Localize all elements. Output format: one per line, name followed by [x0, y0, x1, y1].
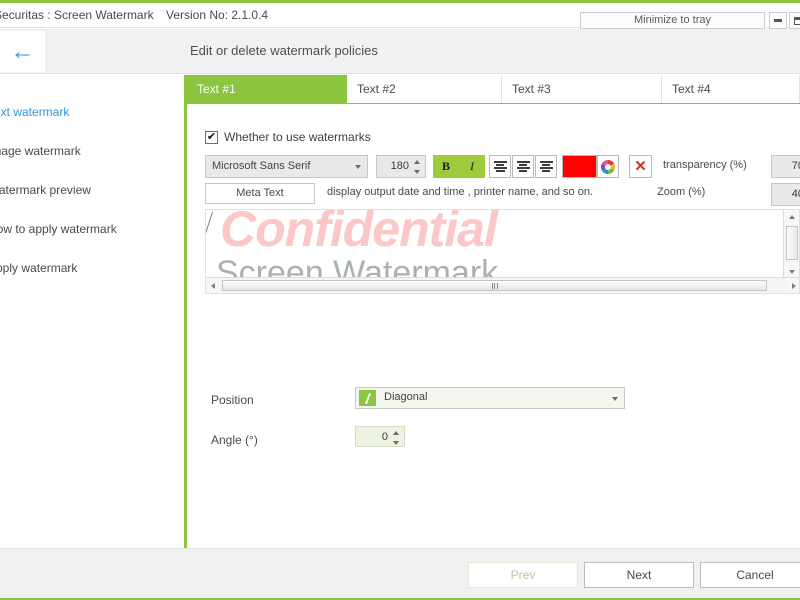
sidebar-item-watermark-preview[interactable]: Watermark preview: [0, 183, 178, 197]
transparency-stepper[interactable]: 70: [771, 155, 800, 178]
position-value: Diagonal: [384, 391, 428, 403]
spinner-down-icon[interactable]: [414, 170, 420, 174]
vertical-scroll-thumb[interactable]: [786, 226, 798, 260]
tab-strip: Text #1 Text #2 Text #3 Text #4: [187, 75, 800, 103]
app-title: Securitas : Screen Watermark: [0, 8, 154, 22]
grip-icon: [491, 282, 498, 289]
sidebar-item-text-watermark[interactable]: Text watermark: [0, 105, 178, 119]
font-size-value: 180: [390, 160, 409, 172]
position-label: Position: [211, 393, 254, 407]
version-label: Version No: 2.1.0.4: [166, 8, 269, 22]
scroll-left-button[interactable]: [206, 278, 220, 293]
footer-bar: Prev Next Cancel: [0, 548, 800, 600]
cancel-button[interactable]: Cancel: [700, 562, 800, 588]
page-title: Edit or delete watermark policies: [190, 43, 378, 58]
tab-text-1[interactable]: Text #1: [187, 75, 347, 103]
angle-value: 0: [381, 431, 388, 443]
meta-text-hint: display output date and time , printer n…: [327, 186, 593, 198]
chevron-down-icon: [612, 397, 618, 401]
minimize-icon: [774, 19, 782, 22]
text-color-swatch[interactable]: [562, 155, 597, 178]
color-wheel-icon: [601, 159, 615, 174]
use-watermarks-row[interactable]: ✔ Whether to use watermarks: [205, 130, 371, 144]
preview-text-screen-watermark: Screen Watermark: [216, 254, 499, 279]
sidebar-item-apply-watermark[interactable]: Apply watermark: [0, 261, 178, 275]
tab-underline: [187, 103, 800, 104]
use-watermarks-checkbox[interactable]: ✔: [205, 130, 218, 144]
scroll-right-button[interactable]: [787, 278, 799, 293]
watermark-preview-area[interactable]: Confidential Screen Watermark: [205, 209, 800, 294]
zoom-value: 40: [791, 188, 800, 200]
align-center-icon[interactable]: [512, 155, 534, 178]
diagonal-icon: [359, 390, 376, 406]
minimize-button[interactable]: [769, 12, 787, 29]
alignment-group: [489, 155, 557, 178]
use-watermarks-label: Whether to use watermarks: [224, 130, 371, 144]
font-size-spinner-arrows[interactable]: [414, 159, 421, 175]
title-bar: Securitas : Screen Watermark Version No:…: [0, 3, 800, 29]
content-panel: Text #1 Text #2 Text #3 Text #4 ✔ Whethe…: [187, 75, 800, 548]
meta-text-button[interactable]: Meta Text: [205, 183, 315, 204]
sidebar-item-image-watermark[interactable]: Image watermark: [0, 144, 178, 158]
transparency-label: transparency (%): [663, 159, 747, 171]
font-family-select[interactable]: Microsoft Sans Serif: [205, 155, 368, 178]
zoom-stepper[interactable]: 40: [771, 183, 800, 206]
spinner-up-icon[interactable]: [393, 431, 399, 435]
preview-vertical-scrollbar[interactable]: [783, 210, 799, 279]
color-picker-button[interactable]: [597, 155, 619, 178]
transparency-value: 70: [791, 160, 800, 172]
page-header: ← Edit or delete watermark policies: [0, 29, 800, 74]
font-size-stepper[interactable]: 180: [376, 155, 426, 178]
triangle-right-icon: [792, 282, 796, 289]
horizontal-scroll-thumb[interactable]: [222, 280, 767, 291]
scroll-up-button[interactable]: [784, 210, 799, 224]
font-family-value: Microsoft Sans Serif: [212, 160, 311, 172]
preview-text-confidential: Confidential: [220, 210, 498, 257]
zoom-label: Zoom (%): [657, 186, 706, 198]
position-select[interactable]: Diagonal: [355, 387, 625, 409]
prev-button[interactable]: Prev: [468, 562, 578, 588]
clear-button[interactable]: ✕: [629, 155, 652, 178]
triangle-up-icon: [789, 215, 795, 219]
tab-text-3[interactable]: Text #3: [502, 75, 662, 103]
minimize-to-tray-button[interactable]: Minimize to tray: [580, 12, 765, 29]
triangle-left-icon: [211, 282, 215, 289]
preview-horizontal-scrollbar[interactable]: [206, 277, 799, 293]
chevron-down-icon: [355, 165, 361, 169]
angle-stepper[interactable]: 0: [355, 426, 405, 447]
bold-button[interactable]: B: [433, 155, 459, 178]
app-window: Securitas : Screen Watermark Version No:…: [0, 0, 800, 600]
sidebar-item-how-to-apply[interactable]: How to apply watermark: [0, 222, 178, 236]
sidebar: Text watermark Image watermark Watermark…: [0, 75, 184, 548]
spinner-down-icon[interactable]: [393, 441, 399, 445]
angle-spinner-arrows[interactable]: [393, 430, 400, 446]
bold-italic-group: B I: [433, 155, 485, 178]
maximize-button[interactable]: [789, 12, 800, 29]
italic-button[interactable]: I: [459, 155, 485, 178]
back-button[interactable]: ←: [0, 31, 45, 72]
align-right-icon[interactable]: [535, 155, 557, 178]
preview-canvas[interactable]: Confidential Screen Watermark: [206, 210, 783, 279]
back-arrow-icon: ←: [10, 37, 35, 65]
tab-text-2[interactable]: Text #2: [347, 75, 502, 103]
diagonal-guide-line: [206, 211, 213, 268]
align-left-icon[interactable]: [489, 155, 511, 178]
next-button[interactable]: Next: [584, 562, 694, 588]
angle-label: Angle (°): [211, 433, 258, 447]
spinner-up-icon[interactable]: [414, 160, 420, 164]
maximize-icon: [793, 16, 800, 25]
tab-text-4[interactable]: Text #4: [662, 75, 800, 103]
triangle-down-icon: [789, 270, 795, 274]
